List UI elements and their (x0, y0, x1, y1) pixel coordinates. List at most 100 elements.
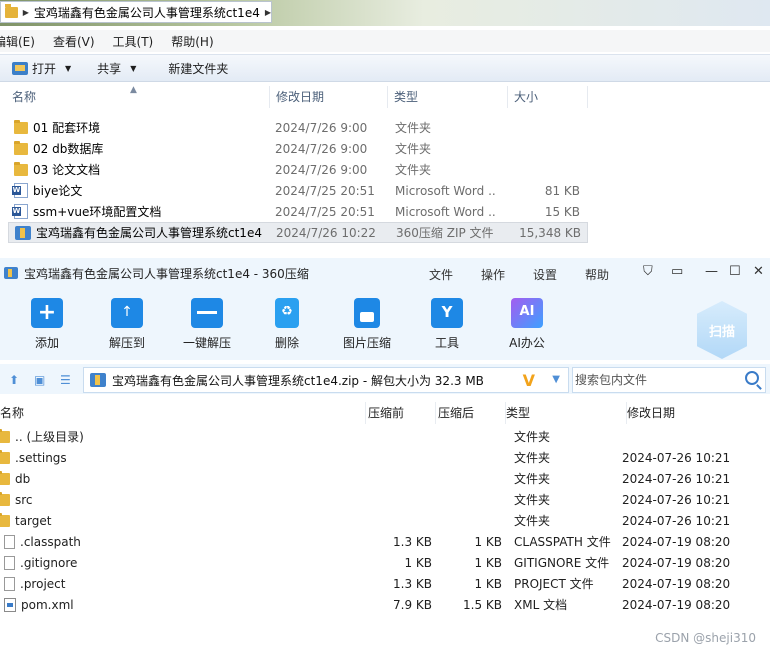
chevron-right-icon[interactable]: ▶ (23, 8, 29, 17)
close-button[interactable]: ✕ (753, 264, 764, 279)
one-click-extract-button[interactable]: 一键解压 (172, 298, 242, 351)
chevron-down-icon[interactable]: ▼ (552, 374, 560, 385)
image-compress-button-label: 图片压缩 (342, 336, 391, 350)
share-button-label: 共享 (97, 61, 122, 76)
archive-row[interactable]: src 文件夹 2024-07-26 10:21 (0, 489, 770, 510)
up-arrow-icon[interactable]: ⬆ (9, 373, 19, 387)
file-name: 01 配套环境 (33, 121, 101, 135)
entry-name: .settings (15, 450, 67, 465)
entry-date: 2024-07-26 10:21 (622, 492, 731, 507)
menu-settings[interactable]: 设置 (533, 266, 585, 283)
file-row[interactable]: 02 db数据库 2024/7/26 9:00 文件夹 (8, 138, 588, 159)
add-button[interactable]: 添加 (12, 298, 82, 351)
thumbnail-view-icon[interactable]: ▣ (34, 373, 45, 387)
tools-button[interactable]: 工具 (412, 298, 482, 351)
menu-bar: 编辑(E) 查看(V) 工具(T) 帮助(H) (0, 30, 770, 52)
column-header-size[interactable]: 大小 (508, 86, 588, 108)
scan-button[interactable]: 扫描 (697, 301, 747, 359)
search-input[interactable] (575, 373, 735, 387)
new-folder-button[interactable]: 新建文件夹 (148, 60, 240, 77)
maximize-button[interactable]: ☐ (729, 264, 741, 279)
file-list: 01 配套环境 2024/7/26 9:00 文件夹 02 db数据库 2024/7/2… (8, 117, 588, 243)
extract-to-icon (111, 298, 143, 328)
minimize-button[interactable]: — (705, 264, 718, 279)
open-button[interactable]: 打开 ▼ (0, 60, 83, 77)
column-header-name[interactable]: ▲ 名称 (0, 85, 270, 108)
folder-icon (14, 140, 28, 155)
scan-label: 扫描 (708, 324, 735, 340)
file-type: 文件夹 (395, 121, 432, 135)
chevron-right-icon[interactable]: ▶ (265, 8, 271, 17)
column-header-name[interactable]: 名称 (0, 402, 366, 424)
file-row[interactable]: ssm+vue环境配置文档 2024/7/25 20:51 Microsoft Wo… (8, 201, 588, 222)
archive-row[interactable]: .classpath 1.3 KB 1 KB CLASSPATH 文件 2024-07-… (0, 531, 770, 552)
delete-button[interactable]: 删除 (252, 298, 322, 351)
file-row[interactable]: 01 配套环境 2024/7/26 9:00 文件夹 (8, 117, 588, 138)
entry-date: 2024-07-26 10:21 (622, 513, 731, 528)
image-compress-button[interactable]: 图片压缩 (332, 298, 402, 351)
share-button[interactable]: 共享 ▼ (83, 60, 148, 77)
column-header-compressed[interactable]: 压缩后 (436, 402, 506, 424)
entry-name: .project (20, 576, 66, 591)
entry-date: 2024-07-26 10:21 (622, 471, 731, 486)
column-header-date[interactable]: 修改日期 (627, 402, 770, 424)
skin-icon[interactable]: ⛉ (643, 264, 653, 279)
entry-type: GITIGNORE 文件 (514, 556, 610, 570)
list-view-icon[interactable]: ☰ (60, 373, 71, 387)
entry-type: 文件夹 (514, 451, 551, 465)
column-header-date[interactable]: 修改日期 (270, 86, 388, 108)
file-size: 15,348 KB (519, 225, 581, 240)
word-doc-icon (12, 183, 28, 198)
entry-name-cell: src (0, 491, 366, 507)
file-name: 02 db数据库 (33, 142, 104, 156)
feedback-icon[interactable]: ▭ (671, 264, 683, 279)
menu-operation[interactable]: 操作 (481, 266, 533, 283)
file-row[interactable]: 03 论文文档 2024/7/26 9:00 文件夹 (8, 159, 588, 180)
file-type: Microsoft Word ... (395, 204, 495, 219)
archive-row[interactable]: .settings 文件夹 2024-07-26 10:21 (0, 447, 770, 468)
archive-row[interactable]: db 文件夹 2024-07-26 10:21 (0, 468, 770, 489)
column-header-type[interactable]: 类型 (388, 86, 508, 108)
file-row[interactable]: biye论文 2024/7/25 20:51 Microsoft Word ... 8… (8, 180, 588, 201)
entry-name-cell: .project (0, 576, 366, 591)
extract-to-button[interactable]: 解压到 (92, 298, 162, 351)
archive-path-field[interactable]: 宝鸡瑞鑫有色金属公司人事管理系统ct1e4.zip - 解包大小为 32.3 M… (83, 367, 569, 393)
menu-help[interactable]: 帮助 (585, 266, 637, 283)
search-icon[interactable] (745, 371, 759, 385)
ai-office-button[interactable]: AI办公 (492, 298, 562, 351)
column-header-original[interactable]: 压缩前 (366, 402, 436, 424)
folder-icon (0, 449, 10, 464)
entry-name: target (15, 513, 52, 528)
menu-edit[interactable]: 编辑(E) (0, 33, 35, 50)
entry-type: 文件夹 (514, 514, 551, 528)
v-brand-icon[interactable]: V (523, 371, 535, 390)
archive-row[interactable]: pom.xml 7.9 KB 1.5 KB XML 文档 2024-07-19 08:2… (0, 594, 770, 615)
archive-row[interactable]: .project 1.3 KB 1 KB PROJECT 文件 2024-07-19 0… (0, 573, 770, 594)
entry-name-cell: target (0, 512, 366, 528)
entry-date: 2024-07-19 08:20 (622, 576, 731, 591)
breadcrumb-current-folder[interactable]: 宝鸡瑞鑫有色金属公司人事管理系统ct1e4 (34, 4, 260, 21)
archive-row[interactable]: .. (上级目录) 文件夹 (0, 426, 770, 447)
archive-row[interactable]: .gitignore 1 KB 1 KB GITIGNORE 文件 2024-07-19… (0, 552, 770, 573)
file-icon (4, 534, 15, 549)
entry-name-cell: db (0, 470, 366, 486)
file-icon (4, 555, 15, 570)
file-name-cell: 01 配套环境 (8, 119, 275, 136)
xml-file-icon (4, 597, 16, 612)
archive-column-header-row: 名称 压缩前 压缩后 类型 修改日期 (0, 402, 770, 424)
menu-help[interactable]: 帮助(H) (171, 33, 213, 50)
folder-icon (14, 161, 28, 176)
column-header-type[interactable]: 类型 (506, 402, 627, 424)
archive-row[interactable]: target 文件夹 2024-07-26 10:21 (0, 510, 770, 531)
file-row[interactable]: 宝鸡瑞鑫有色金属公司人事管理系统ct1e4 2024/7/26 10:22 360压… (8, 222, 588, 243)
menu-view[interactable]: 查看(V) (53, 33, 95, 50)
entry-name: .gitignore (20, 555, 78, 570)
entry-compressed-size: 1 KB (474, 576, 502, 591)
new-folder-button-label: 新建文件夹 (168, 61, 229, 76)
menu-tools[interactable]: 工具(T) (113, 33, 154, 50)
delete-icon (275, 298, 299, 328)
breadcrumb[interactable]: ▶ 宝鸡瑞鑫有色金属公司人事管理系统ct1e4 ▶ (0, 1, 272, 23)
menu-file[interactable]: 文件 (429, 266, 481, 283)
command-bar: 打开 ▼ 共享 ▼ 新建文件夹 (0, 54, 770, 82)
word-doc-icon (12, 204, 28, 219)
